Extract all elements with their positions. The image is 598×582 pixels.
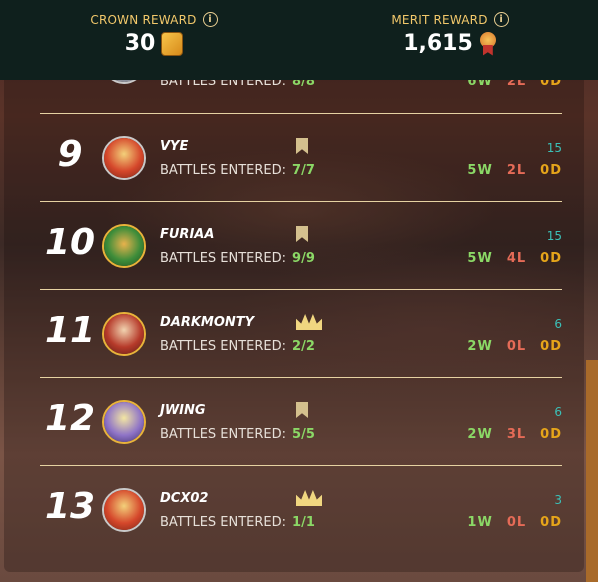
player-avatar: [102, 400, 146, 444]
rank-number: 13: [44, 486, 96, 527]
battles-entered-count: 1/1: [292, 515, 315, 530]
player-name[interactable]: DARKMONTY: [160, 315, 254, 330]
player-avatar: [102, 224, 146, 268]
crown-reward-value: 30: [124, 31, 156, 56]
draws: 0D: [540, 163, 562, 178]
info-icon[interactable]: i: [202, 12, 218, 27]
losses: 0L: [506, 515, 527, 530]
wins: 5W: [467, 251, 493, 266]
crown-token-icon: [161, 31, 184, 56]
leaderboard-row[interactable]: 11 DARKMONTY BATTLES ENTERED: 2/2 6 2W 0L 0…: [40, 290, 562, 378]
rewards-header: CROWN REWARD i 30 MERIT REWARD i 1,615: [0, 0, 598, 80]
rank-number: 11: [44, 310, 96, 351]
win-loss-draw: 5W 2L 0D: [422, 163, 562, 178]
battles-entered-count: 9/9: [292, 251, 315, 266]
draws: 0D: [540, 515, 562, 530]
rating-change: 6: [554, 405, 562, 419]
bookmark-icon: [296, 226, 308, 242]
losses: 0L: [506, 339, 527, 354]
losses: 4L: [506, 251, 527, 266]
bookmark-icon: [296, 138, 308, 154]
merit-reward-value: 1,615: [403, 31, 473, 56]
win-loss-draw: 5W 4L 0D: [422, 251, 562, 266]
battles-entered-count: 5/5: [292, 427, 315, 442]
battles-entered-count: 2/2: [292, 339, 315, 354]
leaderboard-row[interactable]: 9 VYE BATTLES ENTERED: 7/7 15 5W 2L 0D: [40, 114, 562, 202]
player-avatar: [102, 488, 146, 532]
bookmark-icon: [296, 402, 308, 418]
player-avatar: [102, 312, 146, 356]
wins: 5W: [467, 163, 493, 178]
crown-icon: [296, 314, 322, 330]
wins: 1W: [467, 515, 493, 530]
rating-change: 6: [554, 317, 562, 331]
leaderboard-row[interactable]: 13 DCX02 BATTLES ENTERED: 1/1 3 1W 0L 0D: [40, 466, 562, 554]
rating-change: 3: [554, 493, 562, 507]
scrollbar-thumb[interactable]: [586, 360, 598, 582]
losses: 3L: [506, 427, 527, 442]
merit-reward-label: MERIT REWARD: [391, 12, 488, 27]
battles-entered-count: 7/7: [292, 163, 315, 178]
rank-number: 9: [57, 134, 83, 175]
info-icon[interactable]: i: [493, 12, 509, 27]
leaderboard-row[interactable]: 10 FURIAA BATTLES ENTERED: 9/9 15 5W 4L 0D: [40, 202, 562, 290]
crown-reward-label: CROWN REWARD: [90, 12, 197, 27]
battles-entered-label: BATTLES ENTERED:: [160, 251, 287, 266]
win-loss-draw: 2W 0L 0D: [422, 339, 562, 354]
battles-entered-label: BATTLES ENTERED:: [160, 427, 287, 442]
rating-change: 15: [546, 141, 562, 155]
player-avatar: [102, 136, 146, 180]
merit-medal-icon: [479, 31, 497, 56]
leaderboard-row[interactable]: 12 JWING BATTLES ENTERED: 5/5 6 2W 3L 0D: [40, 378, 562, 466]
battles-entered-label: BATTLES ENTERED:: [160, 515, 287, 530]
battles-entered-label: BATTLES ENTERED:: [160, 339, 287, 354]
player-name[interactable]: FURIAA: [160, 227, 214, 242]
rating-change: 15: [546, 229, 562, 243]
draws: 0D: [540, 427, 562, 442]
rank-number: 10: [44, 222, 96, 263]
crown-icon: [296, 490, 322, 506]
rank-number: 12: [44, 398, 96, 439]
losses: 2L: [506, 163, 527, 178]
win-loss-draw: 2W 3L 0D: [422, 427, 562, 442]
battles-entered-label: BATTLES ENTERED:: [160, 163, 287, 178]
win-loss-draw: 1W 0L 0D: [422, 515, 562, 530]
wins: 2W: [467, 427, 493, 442]
player-name[interactable]: DCX02: [160, 491, 208, 506]
draws: 0D: [540, 339, 562, 354]
merit-reward: MERIT REWARD i 1,615: [388, 12, 512, 56]
draws: 0D: [540, 251, 562, 266]
player-name[interactable]: VYE: [160, 139, 188, 154]
player-name[interactable]: JWING: [160, 403, 206, 418]
wins: 2W: [467, 339, 493, 354]
crown-reward: CROWN REWARD i 30: [86, 12, 222, 56]
